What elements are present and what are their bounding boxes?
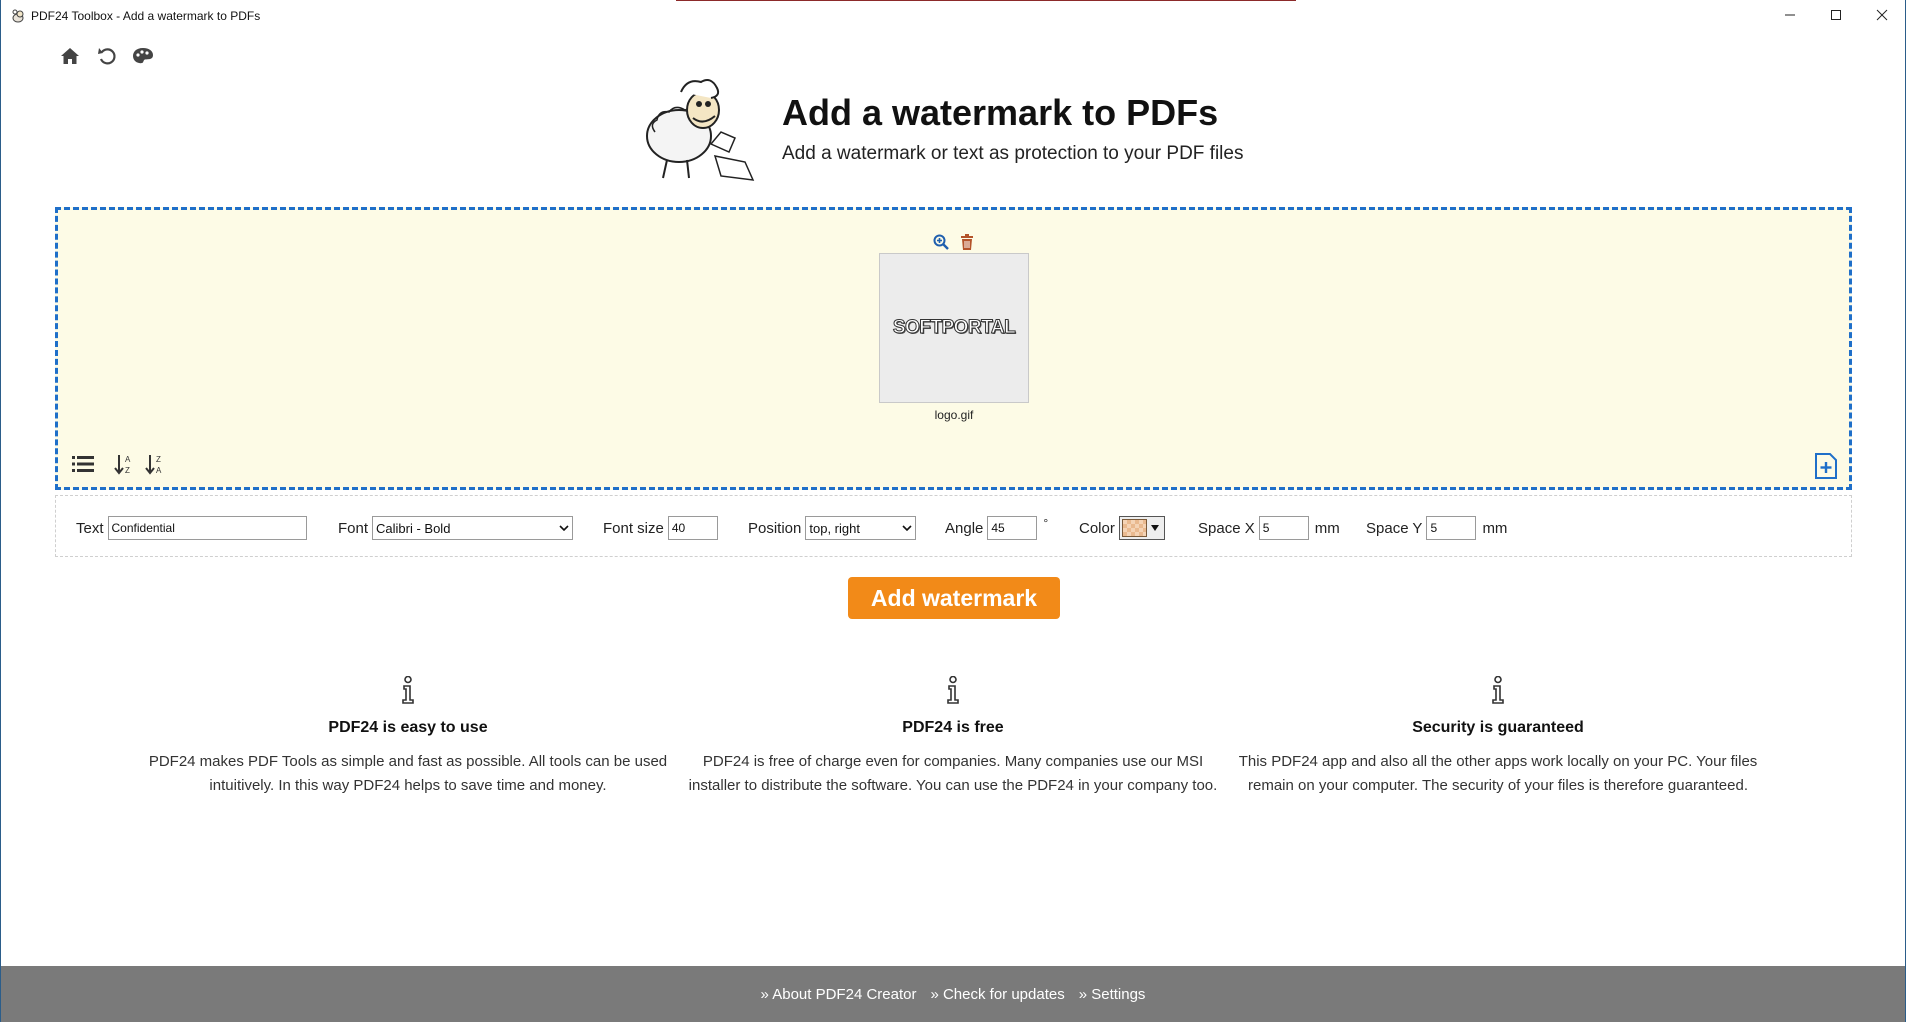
- trash-icon[interactable]: [959, 234, 975, 250]
- info-security: Security is guaranteed This PDF24 app an…: [1228, 676, 1768, 798]
- font-size-label: Font size: [603, 519, 664, 537]
- svg-text:Z: Z: [156, 455, 161, 464]
- home-icon[interactable]: [59, 45, 81, 67]
- zoom-in-icon[interactable]: [933, 234, 949, 250]
- info-easy-to-use: PDF24 is easy to use PDF24 makes PDF Too…: [138, 676, 678, 798]
- window-title: PDF24 Toolbox - Add a watermark to PDFs: [31, 9, 261, 23]
- info-title: PDF24 is easy to use: [328, 719, 488, 736]
- sheep-mascot-illustration: [641, 74, 761, 186]
- svg-text:Z: Z: [125, 466, 130, 475]
- color-picker[interactable]: [1118, 516, 1165, 540]
- angle-option: Angle °: [945, 516, 1048, 540]
- info-text: PDF24 makes PDF Tools as simple and fast…: [148, 753, 668, 794]
- add-watermark-button[interactable]: Add watermark: [848, 577, 1060, 619]
- maximize-button[interactable]: [1813, 0, 1859, 30]
- position-option: Position top, right: [748, 516, 917, 540]
- space-x-unit: mm: [1314, 519, 1340, 537]
- angle-unit: °: [1043, 516, 1049, 530]
- about-link[interactable]: » About PDF24 Creator: [761, 986, 917, 1003]
- app-logo-icon: [10, 8, 26, 24]
- footer: » About PDF24 Creator » Check for update…: [1, 966, 1905, 1022]
- close-button[interactable]: [1859, 0, 1905, 30]
- info-text: PDF24 is free of charge even for compani…: [688, 753, 1218, 794]
- font-size-input[interactable]: [667, 516, 718, 540]
- info-free: PDF24 is free PDF24 is free of charge ev…: [683, 676, 1223, 798]
- text-option: Text: [76, 516, 307, 540]
- chevron-down-icon: [559, 523, 569, 534]
- watermark-options: Text Font Calibri - Bold Font size Posit…: [55, 495, 1852, 557]
- title-bar: PDF24 Toolbox - Add a watermark to PDFs: [1, 0, 1905, 32]
- font-label: Font: [338, 519, 369, 537]
- info-icon: [1228, 676, 1768, 706]
- color-swatch: [1121, 519, 1147, 537]
- space-x-label: Space X: [1198, 519, 1255, 537]
- font-size-option: Font size: [603, 516, 718, 540]
- page-title: Add a watermark to PDFs: [782, 92, 1219, 133]
- font-option: Font Calibri - Bold: [338, 516, 574, 540]
- settings-link[interactable]: » Settings: [1079, 986, 1146, 1003]
- space-y-label: Space Y: [1366, 519, 1423, 537]
- position-select[interactable]: top, right: [805, 516, 917, 540]
- space-y-option: Space Y mm: [1366, 516, 1507, 540]
- position-select-value: top, right: [809, 520, 860, 536]
- font-select-value: Calibri - Bold: [376, 520, 451, 536]
- color-option: Color: [1079, 516, 1165, 540]
- svg-text:A: A: [125, 455, 131, 464]
- text-label: Text: [76, 519, 104, 537]
- chevron-down-icon: [902, 523, 912, 534]
- space-x-option: Space X mm: [1198, 516, 1340, 540]
- svg-text:A: A: [156, 466, 162, 475]
- title-accent-line: [676, 0, 1296, 1]
- undo-icon[interactable]: [96, 45, 118, 67]
- minimize-button[interactable]: [1767, 0, 1813, 30]
- info-icon: [683, 676, 1223, 706]
- list-icon[interactable]: [71, 452, 95, 476]
- thumbnail-logo-text: SOFTPORTAL: [892, 317, 1016, 339]
- info-title: Security is guaranteed: [1412, 719, 1584, 736]
- info-text: This PDF24 app and also all the other ap…: [1238, 753, 1758, 794]
- space-y-unit: mm: [1482, 519, 1508, 537]
- font-select[interactable]: Calibri - Bold: [372, 516, 574, 540]
- page-subtitle: Add a watermark or text as protection to…: [782, 143, 1244, 164]
- angle-label: Angle: [945, 519, 984, 537]
- file-name: logo.gif: [934, 408, 974, 422]
- add-file-icon[interactable]: [1813, 452, 1839, 480]
- position-label: Position: [748, 519, 802, 537]
- file-actions: [933, 234, 975, 250]
- info-icon: [138, 676, 678, 706]
- info-title: PDF24 is free: [902, 719, 1004, 736]
- sort-az-icon[interactable]: AZ: [112, 452, 136, 476]
- caret-down-icon: [1150, 523, 1159, 534]
- watermark-text-input[interactable]: [107, 516, 307, 540]
- palette-icon[interactable]: [132, 45, 154, 67]
- angle-input[interactable]: [987, 516, 1038, 540]
- color-label: Color: [1079, 519, 1115, 537]
- file-thumbnail[interactable]: SOFTPORTAL: [879, 253, 1029, 403]
- space-y-input[interactable]: [1426, 516, 1477, 540]
- check-updates-link[interactable]: » Check for updates: [930, 986, 1064, 1003]
- space-x-input[interactable]: [1258, 516, 1309, 540]
- sort-za-icon[interactable]: ZA: [143, 452, 167, 476]
